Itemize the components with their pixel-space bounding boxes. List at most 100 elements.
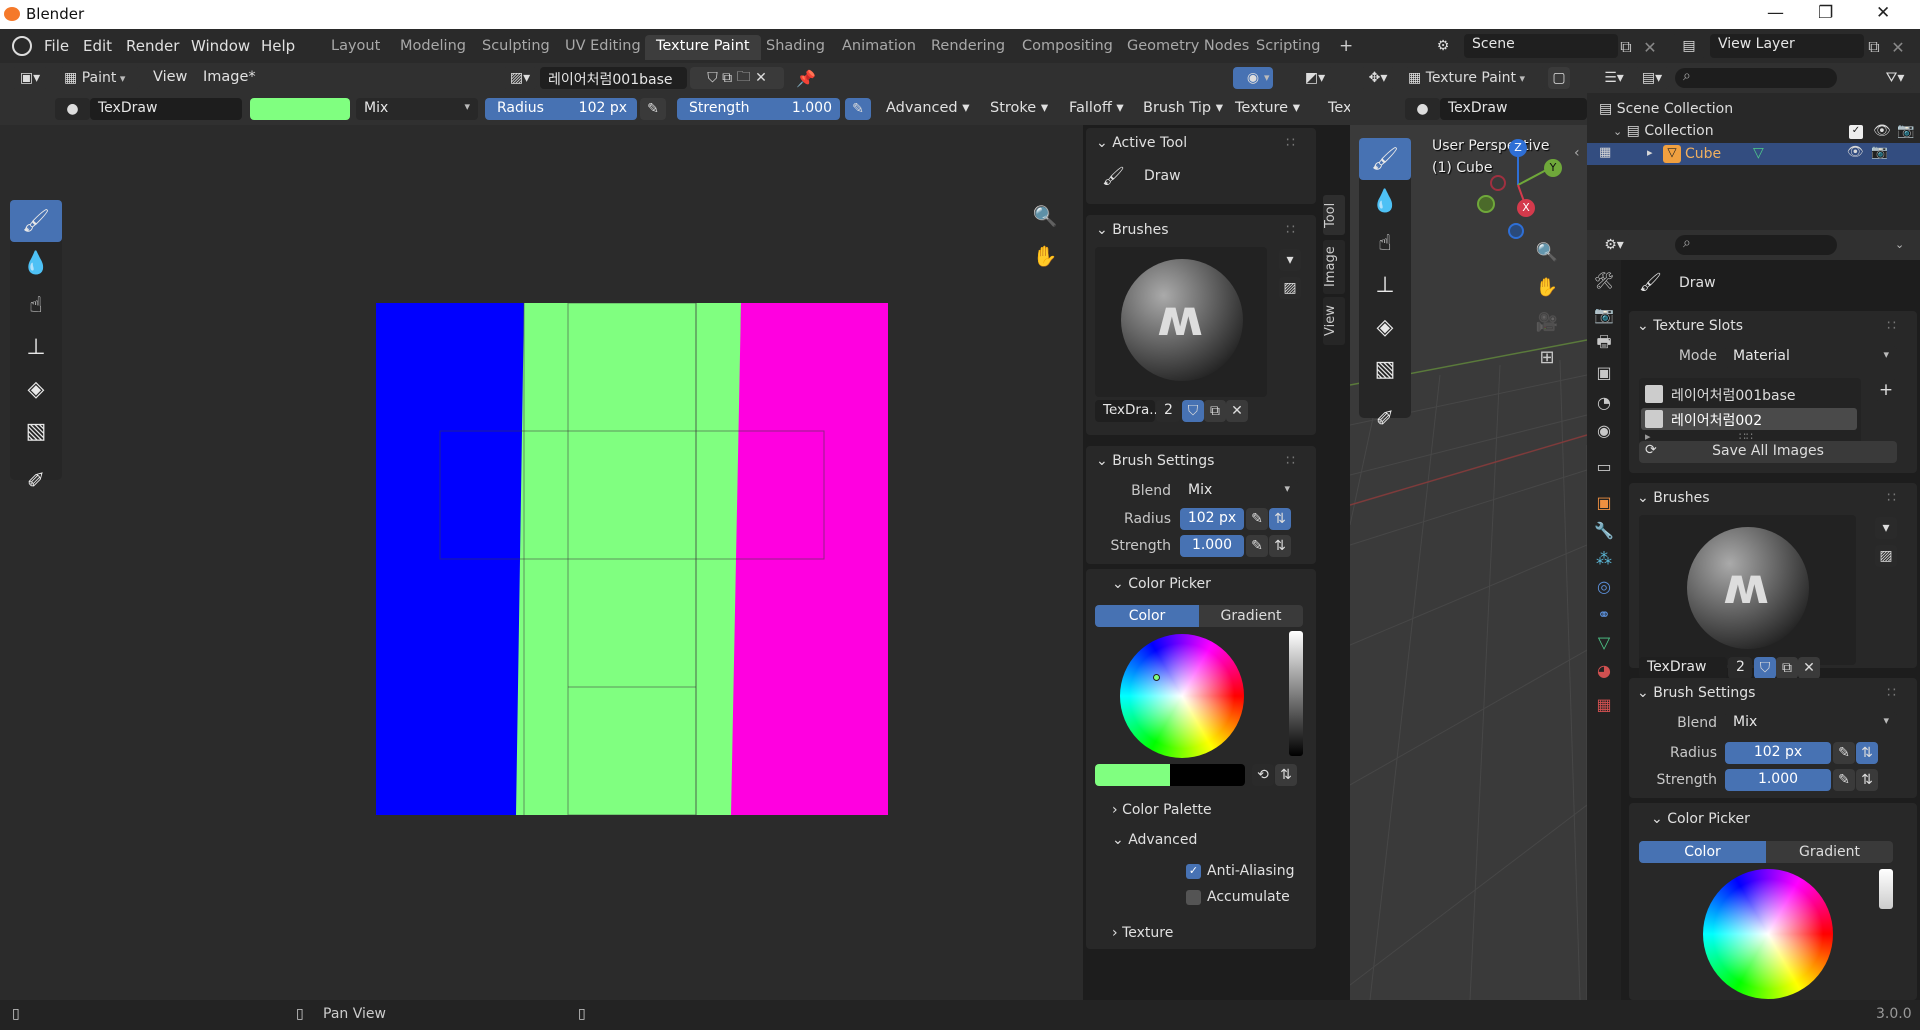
object-tab-icon[interactable]: ▣ xyxy=(1592,490,1616,514)
drag-handle-icon[interactable]: ∷ xyxy=(1286,135,1295,151)
physics-tab-icon[interactable]: ◎ xyxy=(1592,574,1616,598)
blend-dropdown[interactable]: Mix ▾ xyxy=(356,98,478,120)
paint-mask-icon[interactable]: ▢ xyxy=(1548,67,1570,89)
viewport-brush-browse-icon[interactable]: ● xyxy=(1405,98,1440,120)
outliner-search-input[interactable]: ⌕ xyxy=(1675,68,1837,88)
view-layer-tab-icon[interactable]: ▣ xyxy=(1592,360,1616,384)
secondary-color-swatch[interactable] xyxy=(1170,764,1245,786)
tab-texture-paint[interactable]: Texture Paint xyxy=(645,35,761,60)
properties-brush-preview[interactable]: ʍ xyxy=(1639,515,1856,665)
anti-aliasing-checkbox[interactable]: ✓ xyxy=(1186,864,1201,879)
properties-gradient-tab[interactable]: Gradient xyxy=(1766,841,1893,863)
radius-field[interactable]: 102 px xyxy=(1180,508,1244,530)
minimize-icon[interactable]: — xyxy=(1767,3,1784,23)
render-tab-icon[interactable]: 📷 xyxy=(1592,302,1616,326)
value-slider[interactable] xyxy=(1289,631,1303,756)
texture-slot-2-row[interactable]: 레이어처럼002 xyxy=(1641,408,1857,430)
tab-rendering[interactable]: Rendering xyxy=(920,35,1016,60)
brush-name-field[interactable]: TexDraw xyxy=(90,98,242,120)
texture-menu[interactable]: Texture ▾ xyxy=(1235,100,1300,116)
menu-render[interactable]: Render xyxy=(126,37,179,55)
add-slot-icon[interactable]: + xyxy=(1875,379,1897,401)
outliner-editor-type-icon[interactable]: ☰▾ xyxy=(1597,67,1631,89)
menu-file[interactable]: File xyxy=(44,37,69,55)
brush-name-short[interactable]: TexDra... xyxy=(1095,400,1162,422)
strength-pressure-icon[interactable]: ✎ xyxy=(845,98,871,120)
strength-unit-icon[interactable]: ⇅ xyxy=(1856,769,1878,791)
advanced-menu[interactable]: Advanced ▾ xyxy=(886,100,970,116)
render-camera-icon[interactable]: 📷 xyxy=(1897,123,1914,139)
output-tab-icon[interactable]: 🖶 xyxy=(1592,332,1616,356)
tab-animation[interactable]: Animation xyxy=(831,35,927,60)
viewport-zoom-icon[interactable]: 🔍 xyxy=(1532,237,1562,267)
view-layer-field[interactable]: View Layer xyxy=(1710,34,1864,58)
view-menu[interactable]: View xyxy=(153,69,187,85)
delete-scene-icon[interactable]: ✕ xyxy=(1638,35,1662,59)
viewport-canvas[interactable]: 🖌 💧 ☝ ⊥ ◈ ▧ ✐ User Perspective (1) Cube … xyxy=(1350,125,1587,1000)
properties-strength-field[interactable]: 1.000 xyxy=(1725,769,1831,791)
properties-search-input[interactable]: ⌕ xyxy=(1675,235,1837,255)
viewport-mode-dropdown[interactable]: ▦ Texture Paint ▾ xyxy=(1405,67,1545,89)
blender-menu-icon[interactable] xyxy=(12,36,32,56)
tab-shading[interactable]: Shading xyxy=(755,35,836,60)
brush-browse-icon[interactable]: ● xyxy=(55,98,90,120)
viewport-editor-type-icon[interactable]: ✥▾ xyxy=(1361,67,1395,89)
pin-icon[interactable]: 📌 xyxy=(794,66,818,90)
drag-handle-icon[interactable]: ∷ xyxy=(1286,453,1295,469)
fake-user-shield-icon[interactable]: ⛉ xyxy=(1754,657,1776,679)
radius-pressure-icon[interactable]: ✎ xyxy=(1246,508,1268,530)
drag-handle-icon[interactable]: ∷ xyxy=(1286,222,1295,238)
unlink-image-icon[interactable]: ✕ xyxy=(755,70,767,86)
material-tab-icon[interactable]: ◕ xyxy=(1592,658,1616,682)
tab-scripting[interactable]: Scripting xyxy=(1245,35,1331,60)
constraints-tab-icon[interactable]: ⚭ xyxy=(1592,602,1616,626)
collection-row[interactable]: ⌄ ▤ Collection ✓ 👁 📷 xyxy=(1613,123,1918,139)
tab-layout[interactable]: Layout xyxy=(320,35,391,60)
scene-collection-row[interactable]: ▤ Scene Collection xyxy=(1599,101,1733,117)
properties-radius-field[interactable]: 102 px xyxy=(1725,742,1831,764)
tab-uv-editing[interactable]: UV Editing xyxy=(554,35,652,60)
color-tab[interactable]: Color xyxy=(1095,605,1199,627)
viewport-pan-icon[interactable]: ✋ xyxy=(1532,272,1562,302)
radius-pressure-icon[interactable]: ✎ xyxy=(640,98,666,120)
save-all-images-button[interactable]: ⟳ Save All Images xyxy=(1639,441,1897,463)
viewport-clone-tool-icon[interactable]: ⊥ xyxy=(1359,264,1411,306)
texture-header[interactable]: › Texture xyxy=(1112,925,1173,941)
mask-tool-icon[interactable]: ▧ xyxy=(10,410,62,452)
brush-preview[interactable]: ʍ xyxy=(1095,247,1267,397)
scene-name-field[interactable]: Scene xyxy=(1464,34,1618,58)
brush-settings-header[interactable]: ⌄ Brush Settings xyxy=(1096,453,1214,469)
drag-handle-icon[interactable]: ∷ xyxy=(1887,490,1896,506)
tab-geometry-nodes[interactable]: Geometry Nodes xyxy=(1116,35,1260,60)
painted-image[interactable] xyxy=(376,303,888,815)
strength-pressure-icon[interactable]: ✎ xyxy=(1833,769,1855,791)
tab-modeling[interactable]: Modeling xyxy=(389,35,477,60)
ortho-toggle-icon[interactable]: ⊞ xyxy=(1532,342,1562,372)
tab-image[interactable]: Image xyxy=(1323,240,1345,294)
fill-tool-icon[interactable]: ◈ xyxy=(10,368,62,410)
unlink-brush-icon[interactable]: ✕ xyxy=(1798,657,1820,679)
strength-field[interactable]: 1.000 xyxy=(1180,535,1244,557)
menu-window[interactable]: Window xyxy=(191,37,250,55)
unified-color-icon[interactable]: ⇅ xyxy=(1275,764,1297,786)
clone-tool-icon[interactable]: ⊥ xyxy=(10,326,62,368)
draw-tool-icon[interactable]: 🖌 xyxy=(10,200,62,242)
radius-slider[interactable]: Radius 102 px xyxy=(485,98,637,120)
world-tab-icon[interactable]: ◉ xyxy=(1592,418,1616,442)
tab-view[interactable]: View xyxy=(1323,297,1345,345)
texture-tab-icon[interactable]: ▦ xyxy=(1592,692,1616,716)
image-name-field[interactable]: 레이어처럼001base xyxy=(540,67,687,89)
viewport-annotate-tool-icon[interactable]: ✐ xyxy=(1359,398,1411,440)
cube-visibility-icon[interactable]: 👁 xyxy=(1847,144,1864,160)
strength-slider[interactable]: Strength 1.000 xyxy=(677,98,840,120)
sidebar-toggle-icon[interactable]: ‹ xyxy=(1574,145,1580,161)
cube-row[interactable]: ▦ ▸ ▽ Cube ▽ 👁 📷 xyxy=(1587,143,1920,165)
accumulate-checkbox[interactable] xyxy=(1186,890,1201,905)
viewport-soften-tool-icon[interactable]: 💧 xyxy=(1359,180,1411,222)
properties-color-tab[interactable]: Color xyxy=(1639,841,1766,863)
radius-unit-icon[interactable]: ⇅ xyxy=(1856,742,1878,764)
camera-view-icon[interactable]: 🎥 xyxy=(1532,307,1562,337)
particles-tab-icon[interactable]: ⁂ xyxy=(1592,546,1616,570)
stroke-menu[interactable]: Stroke ▾ xyxy=(990,100,1048,116)
chevron-down-icon[interactable]: ▾ xyxy=(1264,71,1270,84)
